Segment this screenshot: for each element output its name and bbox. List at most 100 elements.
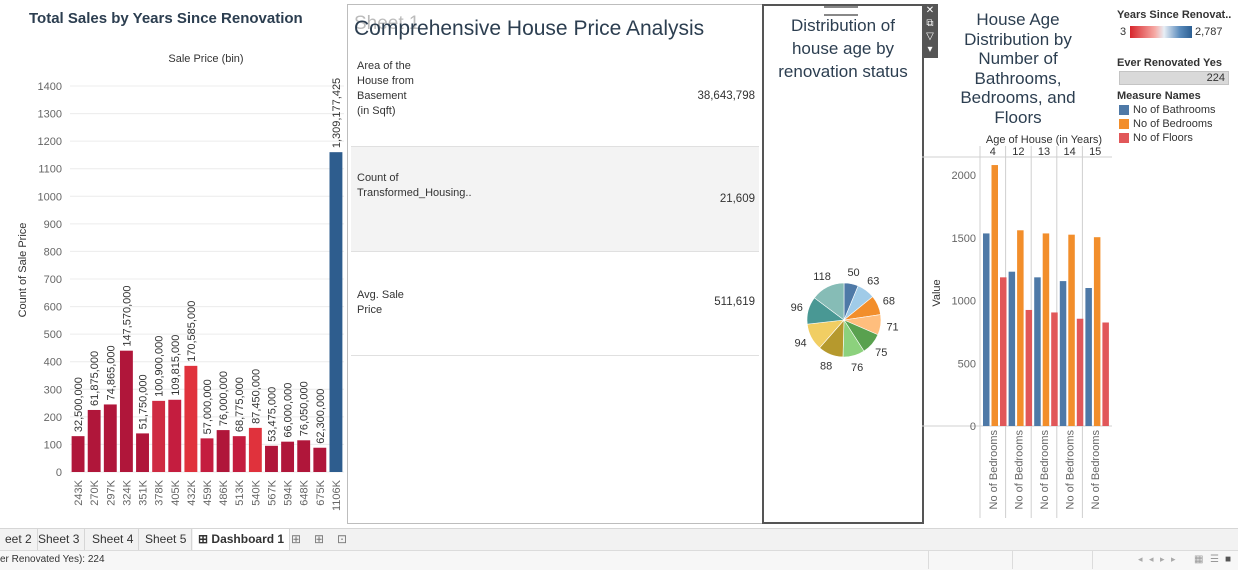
- new-story-icon[interactable]: ⊡: [332, 529, 352, 550]
- bar: [248, 427, 262, 472]
- color-gradient-bar[interactable]: [1130, 26, 1192, 38]
- x-category-label: No of Bedrooms: [1065, 430, 1077, 510]
- bar: [87, 409, 101, 472]
- bar: [1093, 237, 1101, 426]
- y-tick-label: 1400: [38, 81, 62, 93]
- y-tick-label: 1200: [38, 136, 62, 148]
- bar-data-label: 62,300,000: [315, 389, 327, 444]
- toggle-view-icon[interactable]: ■: [1225, 554, 1231, 565]
- kpi-row-avg-price: Avg. Sale Price 511,619: [351, 252, 759, 356]
- sales-chart-header: Sale Price (bin): [168, 53, 243, 65]
- color-legend-title: Years Since Renovat..: [1117, 9, 1232, 21]
- bar-data-label: 147,570,000: [121, 286, 133, 347]
- bar-data-label: 51,750,000: [138, 374, 150, 429]
- legend-panel: Years Since Renovat.. 3 2,787 Ever Renov…: [1114, 0, 1238, 524]
- status-text: er Renovated Yes): 224: [0, 554, 105, 565]
- bar-data-label: 100,900,000: [154, 336, 166, 397]
- bar: [1102, 322, 1109, 426]
- pie-chart: 50 63 68 71 75 76 88 94 96 118: [791, 267, 899, 374]
- pie-panel[interactable]: Distribution of house age by renovation …: [762, 4, 924, 524]
- bar: [1059, 281, 1067, 426]
- x-tick-label: 594K: [283, 479, 295, 505]
- pie-label: 71: [886, 321, 898, 333]
- tab-sheet-5[interactable]: Sheet 5: [140, 529, 193, 550]
- bar: [1000, 277, 1007, 426]
- pie-label: 76: [851, 362, 863, 374]
- color-legend-min: 3: [1120, 26, 1127, 38]
- kpi-label-avg-price: Avg. Sale Price: [357, 289, 404, 316]
- x-category-label: No of Bedrooms: [1013, 430, 1025, 510]
- sales-chart-ylabel: Count of Sale Price: [17, 223, 29, 318]
- x-tick-label: 648K: [299, 479, 311, 505]
- bar-data-label: 87,450,000: [250, 369, 262, 424]
- x-category-label: No of Bedrooms: [988, 430, 1000, 510]
- sales-chart-panel: Total Sales by Years Since Renovation Sa…: [0, 0, 346, 524]
- bar: [1042, 233, 1050, 426]
- bar-data-label: 76,000,000: [218, 371, 230, 426]
- bar: [1017, 230, 1024, 426]
- tab-dashboard-1-label: Dashboard 1: [211, 532, 285, 546]
- y-tick-label: 0: [56, 467, 62, 479]
- x-category-label: No of Bedrooms: [1090, 430, 1102, 510]
- x-category-label: No of Bedrooms: [1039, 430, 1051, 510]
- tab-sheet-3[interactable]: Sheet 3: [33, 529, 86, 550]
- y-tick-label: 600: [44, 302, 62, 314]
- bar: [1085, 288, 1092, 426]
- x-tick-label: 1106K: [331, 479, 343, 511]
- age-chart-header: Age of House (in Years): [986, 134, 1102, 146]
- bar: [1025, 309, 1033, 426]
- measure-swatch-floors: [1119, 133, 1129, 143]
- pie-label: 63: [867, 276, 879, 288]
- status-divider: [928, 551, 929, 569]
- bar: [313, 447, 327, 472]
- tab-sheet-4[interactable]: Sheet 4: [87, 529, 140, 550]
- kpi-title: Comprehensive House Price Analysis: [354, 17, 705, 40]
- kpi-row-count: Count of Transformed_Housing.. 21,609: [351, 147, 759, 252]
- x-tick-label: 243K: [73, 479, 85, 505]
- y-tick-label: 500: [44, 329, 62, 341]
- age-header-label: 4: [990, 146, 996, 158]
- bar: [1068, 234, 1075, 426]
- bar-data-label: 170,585,000: [186, 301, 198, 362]
- y-tick-label: 400: [44, 357, 62, 369]
- pie-label: 75: [875, 347, 887, 359]
- y-tick-label: 1000: [952, 296, 976, 308]
- filter-value-bar[interactable]: 224: [1119, 71, 1229, 85]
- new-dashboard-icon[interactable]: ⊞: [309, 529, 329, 550]
- grid-view-icon[interactable]: ▦: [1194, 554, 1203, 565]
- x-tick-label: 270K: [89, 479, 101, 505]
- pie-label: 50: [847, 267, 859, 279]
- x-tick-label: 378K: [154, 479, 166, 505]
- y-tick-label: 500: [958, 358, 976, 370]
- filter-title: Ever Renovated Yes: [1117, 57, 1222, 69]
- bar-data-label: 53,475,000: [266, 387, 278, 442]
- bar: [103, 404, 117, 472]
- bar: [232, 436, 246, 472]
- color-legend-max: 2,787: [1195, 26, 1223, 38]
- x-tick-label: 459K: [202, 479, 214, 505]
- bar: [991, 165, 998, 426]
- kpi-value-avg-price: 511,619: [714, 296, 755, 308]
- pie-label: 94: [794, 338, 806, 350]
- measure-label-bedrooms: No of Bedrooms: [1133, 118, 1213, 130]
- measure-legend-title: Measure Names: [1117, 90, 1201, 102]
- new-worksheet-icon[interactable]: ⊞: [286, 529, 306, 550]
- status-divider: [1092, 551, 1093, 569]
- bar-data-label: 66,000,000: [283, 383, 295, 438]
- age-header-label: 14: [1063, 146, 1075, 158]
- bar: [216, 430, 230, 472]
- y-tick-label: 200: [44, 412, 62, 424]
- page-navigation-icon[interactable]: ◂ ◂ ▸ ▸: [1138, 554, 1178, 565]
- x-tick-label: 675K: [315, 479, 327, 505]
- status-divider: [1012, 551, 1013, 569]
- x-tick-label: 540K: [250, 479, 262, 505]
- list-view-icon[interactable]: ☰: [1210, 554, 1219, 565]
- x-tick-label: 432K: [186, 479, 198, 505]
- bar: [1034, 277, 1041, 426]
- sales-chart: Sale Price (bin) Count of Sale Price 0 10…: [17, 53, 344, 511]
- tab-dashboard-1[interactable]: ⊞ Dashboard 1: [193, 529, 291, 550]
- bar-data-label: 109,815,000: [170, 335, 182, 396]
- y-tick-label: 1100: [38, 164, 62, 176]
- y-tick-label: 1300: [38, 109, 62, 121]
- age-header-label: 12: [1012, 146, 1024, 158]
